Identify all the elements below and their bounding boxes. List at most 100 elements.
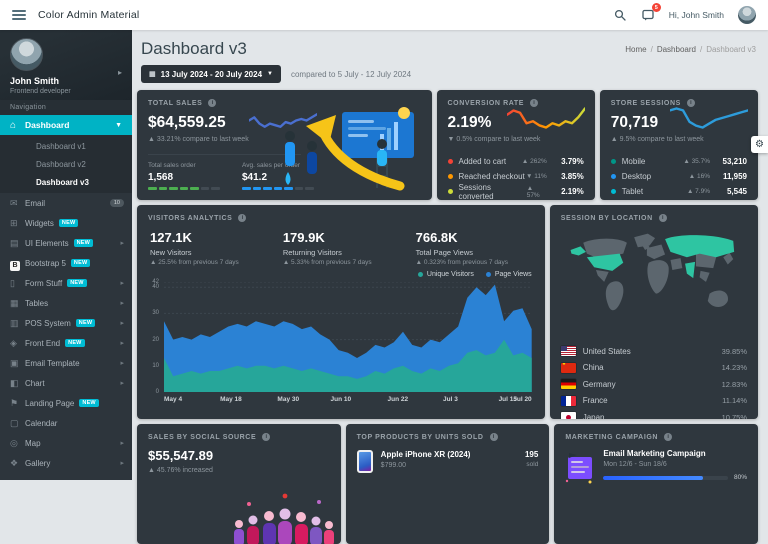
info-icon[interactable]: i xyxy=(208,99,216,107)
product-row[interactable]: Apple iPhone XR (2024) $799.00 195 sold xyxy=(357,450,539,473)
series-dot xyxy=(611,189,616,194)
sidebar-item-tables[interactable]: ▦ Tables ▸ xyxy=(0,293,132,313)
settings-gear-icon[interactable]: ⚙ xyxy=(751,136,768,153)
gallery-icon: ❖ xyxy=(10,458,25,469)
location-row: China 14.23% xyxy=(561,360,747,377)
landing-page-icon: ⚑ xyxy=(10,398,25,409)
campaign-progress-fill xyxy=(603,476,703,480)
sidebar-item-bootstrap-5[interactable]: B Bootstrap 5 NEW xyxy=(0,253,132,273)
chevron-right-icon: ▸ xyxy=(120,279,124,287)
info-icon[interactable]: i xyxy=(238,214,246,222)
compare-period-text: compared to 5 July - 12 July 2024 xyxy=(291,70,411,79)
marketing-campaign-card: MARKETING CAMPAIGNi Email Marketing Camp… xyxy=(554,424,758,544)
area-chart-plot xyxy=(164,282,532,392)
series-dot xyxy=(448,159,453,164)
info-icon[interactable]: i xyxy=(664,433,672,441)
new-badge: NEW xyxy=(65,339,84,347)
metric-row: Tablet ▲ 7.9% 5,545 xyxy=(611,184,747,199)
calendar-icon: ▦ xyxy=(149,70,156,78)
sidebar-item-gallery[interactable]: ❖ Gallery ▸ xyxy=(0,453,132,473)
conversion-sparkline xyxy=(507,105,585,131)
search-icon[interactable] xyxy=(613,8,627,22)
envelope-icon: ✉ xyxy=(10,198,25,209)
x-tick: May 18 xyxy=(220,396,242,403)
chevron-right-icon: ▸ xyxy=(120,239,124,247)
metric-row: Added to cart ▲ 262% 3.79% xyxy=(448,154,584,169)
info-icon[interactable]: i xyxy=(262,433,270,441)
visitors-analytics-card: VISITORS ANALYTICSi 127.1K New Visitors … xyxy=(137,205,545,419)
chevron-right-icon: ▸ xyxy=(120,359,124,367)
sidebar-item-dashboard[interactable]: ⌂ Dashboard ▼ xyxy=(0,115,132,135)
user-avatar[interactable] xyxy=(738,6,756,24)
page-title: Dashboard v3 xyxy=(141,39,247,59)
info-icon[interactable]: i xyxy=(490,433,498,441)
sidebar-item-dashboard-v1[interactable]: Dashboard v1 xyxy=(0,137,132,155)
hamburger-menu-icon[interactable] xyxy=(12,10,26,20)
social-sales-value: $55,547.89 xyxy=(148,448,330,463)
x-tick: Jun 10 xyxy=(331,396,352,403)
breadcrumb-dashboard[interactable]: Dashboard xyxy=(657,45,696,54)
chevron-down-icon: ▼ xyxy=(267,71,273,77)
sidebar-item-email-template[interactable]: ▣ Email Template ▸ xyxy=(0,353,132,373)
sidebar-item-ui-elements[interactable]: ▤ UI Elements NEW ▸ xyxy=(0,233,132,253)
sidebar-item-chart[interactable]: ◧ Chart ▸ xyxy=(0,373,132,393)
sidebar-item-pos-system[interactable]: ▥ POS System NEW ▸ xyxy=(0,313,132,333)
sidebar-item-form-stuff[interactable]: ▯ Form Stuff NEW ▸ xyxy=(0,273,132,293)
y-tick: 20 xyxy=(152,337,159,343)
app-title: Color Admin Material xyxy=(38,9,139,21)
topbar: Color Admin Material 5 Hi, John Smith xyxy=(0,0,768,30)
profile-name: John Smith xyxy=(10,76,122,86)
series-dot xyxy=(448,174,453,179)
breadcrumb-separator: / xyxy=(651,45,653,54)
location-row: Japan 10.75% xyxy=(561,409,747,419)
metric-row: Desktop ▲ 16% 11,959 xyxy=(611,169,747,184)
x-tick: Jun 22 xyxy=(388,396,409,403)
chevron-right-icon: ▸ xyxy=(120,299,124,307)
profile-role: Frontend developer xyxy=(10,88,122,95)
email-template-icon: ▣ xyxy=(10,358,25,369)
sidebar-item-calendar[interactable]: ▢ Calendar xyxy=(0,413,132,433)
y-tick: 30 xyxy=(152,310,159,316)
dashboard-submenu: Dashboard v1 Dashboard v2 Dashboard v3 xyxy=(0,135,132,193)
frontend-icon: ◈ xyxy=(10,338,25,349)
product-image xyxy=(357,450,373,473)
form-icon: ▯ xyxy=(10,278,25,289)
nav-section-label: Navigation xyxy=(0,100,132,115)
chart-legend: Unique Visitors Page Views xyxy=(418,271,532,278)
new-badge: NEW xyxy=(71,259,90,267)
notifications-icon[interactable]: 5 xyxy=(641,8,655,22)
location-list: United States 39.85% China 14.23% German… xyxy=(561,343,747,419)
widgets-icon: ⊞ xyxy=(10,218,25,229)
sidebar-item-map[interactable]: ◎ Map ▸ xyxy=(0,433,132,453)
metric-row: Mobile ▲ 35.7% 53,210 xyxy=(611,154,747,169)
france-flag-icon xyxy=(561,396,576,406)
info-icon[interactable]: i xyxy=(659,214,667,222)
japan-flag-icon xyxy=(561,412,576,419)
sidebar-item-widgets[interactable]: ⊞ Widgets NEW xyxy=(0,213,132,233)
sidebar-item-front-end[interactable]: ◈ Front End NEW ▸ xyxy=(0,333,132,353)
home-icon: ⌂ xyxy=(10,120,25,131)
breadcrumb-separator: / xyxy=(700,45,702,54)
visitor-stats: 127.1K New Visitors ▲ 25.5% from previou… xyxy=(150,230,534,266)
store-sessions-delta: ▲ 9.5% compare to last week xyxy=(611,136,747,143)
breadcrumb-home[interactable]: Home xyxy=(625,45,646,54)
sidebar-item-dashboard-v2[interactable]: Dashboard v2 xyxy=(0,155,132,173)
china-flag-icon xyxy=(561,363,576,373)
date-range-picker[interactable]: ▦ 13 July 2024 - 20 July 2024 ▼ xyxy=(141,65,281,83)
sidebar: John Smith Frontend developer ▸ Navigati… xyxy=(0,30,132,480)
new-badge: NEW xyxy=(79,399,98,407)
sidebar-profile[interactable]: John Smith Frontend developer ▸ xyxy=(0,30,132,100)
legend-item: Unique Visitors xyxy=(418,271,474,278)
sidebar-item-landing-page[interactable]: ⚑ Landing Page NEW xyxy=(0,393,132,413)
chevron-down-icon: ▼ xyxy=(115,122,122,129)
y-tick: 0 xyxy=(156,389,159,395)
new-badge: NEW xyxy=(76,319,95,327)
new-badge: NEW xyxy=(59,219,78,227)
chevron-right-icon: ▸ xyxy=(120,439,124,447)
growth-illustration xyxy=(276,98,426,192)
sidebar-item-label: Dashboard xyxy=(25,120,69,130)
sidebar-item-email[interactable]: ✉ Email 10 xyxy=(0,193,132,213)
x-tick: May 30 xyxy=(277,396,299,403)
sidebar-item-dashboard-v3[interactable]: Dashboard v3 xyxy=(0,173,132,191)
chevron-right-icon: ▸ xyxy=(120,339,124,347)
